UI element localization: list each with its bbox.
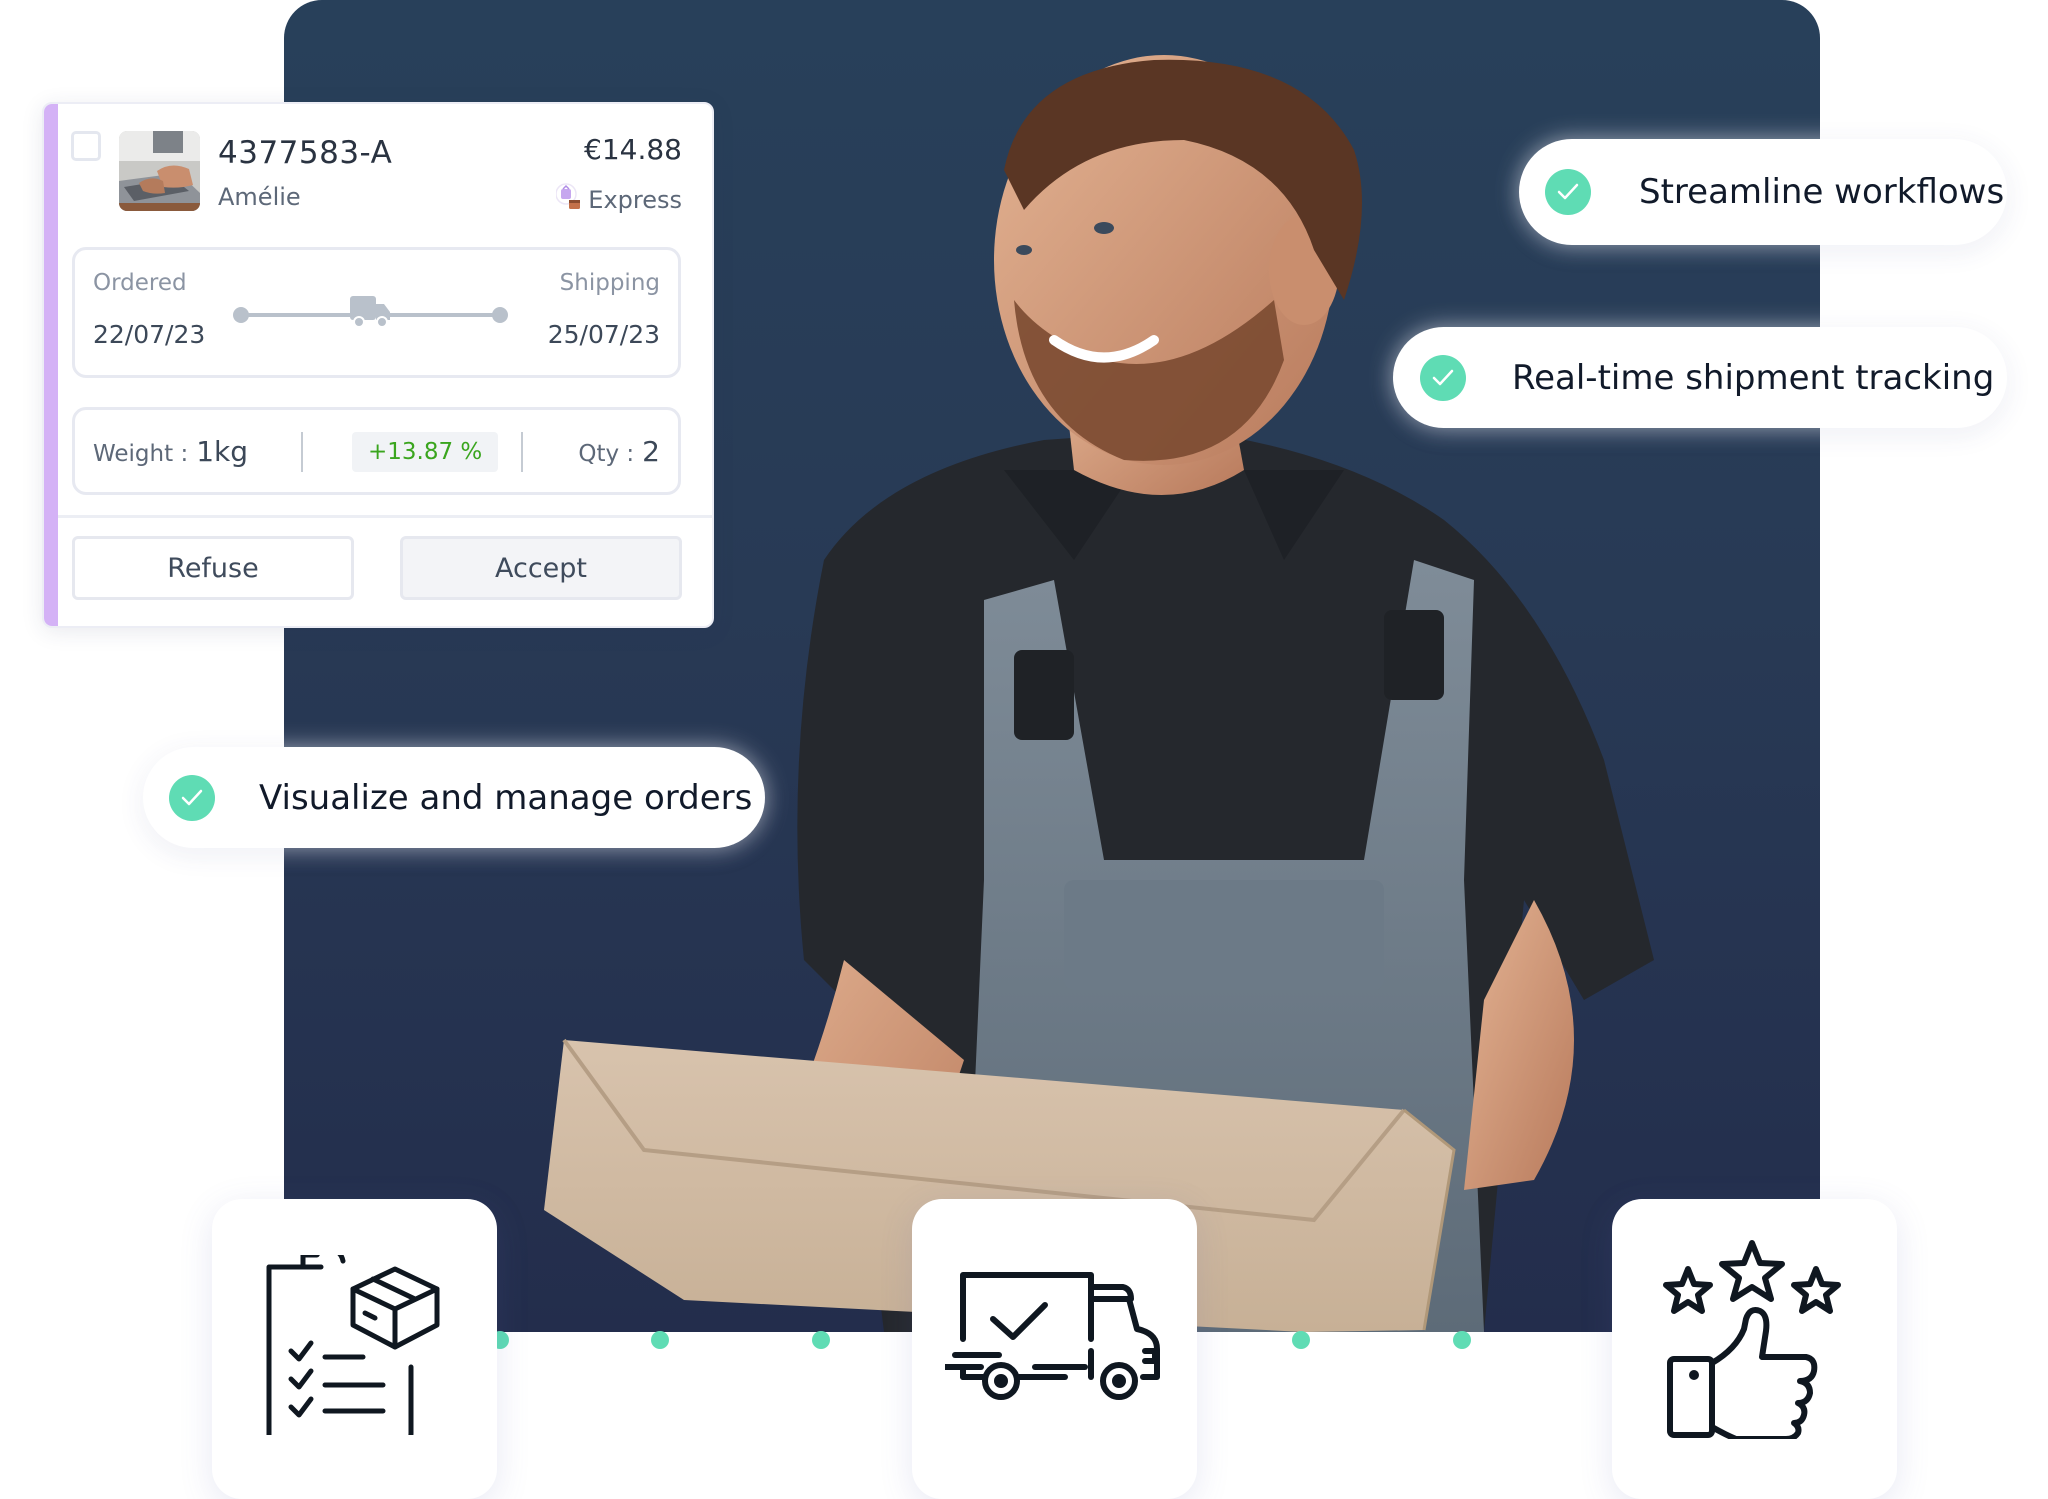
weight-label: Weight : <box>93 441 189 467</box>
delivery-truck-check-icon <box>944 1272 1160 1400</box>
tile-delivery-tracking <box>912 1199 1197 1499</box>
feature-label: Real-time shipment tracking <box>1512 357 1995 398</box>
buckle-right <box>1384 610 1444 700</box>
shipping-method: Express <box>555 183 682 217</box>
order-price: €14.88 <box>584 133 682 166</box>
change-badge: +13.87 % <box>352 432 499 472</box>
tile-customer-satisfaction <box>1612 1199 1897 1499</box>
shipping-label: Shipping <box>559 270 660 296</box>
stat-divider <box>301 432 303 472</box>
order-timeline: Ordered 22/07/23 Shipping 25/07/23 <box>72 247 681 378</box>
check-circle-icon <box>169 774 215 821</box>
feature-pill-real-time-tracking: Real-time shipment tracking <box>1393 327 2007 428</box>
order-select-checkbox[interactable] <box>71 131 101 161</box>
card-divider <box>58 515 712 518</box>
feature-label: Streamline workflows <box>1639 172 2005 212</box>
order-card-accent-stripe <box>44 104 58 626</box>
truck-icon <box>350 294 392 334</box>
timeline-end-node <box>492 307 508 323</box>
shipping-date: 25/07/23 <box>547 320 660 349</box>
order-id: 4377583-A <box>218 135 393 171</box>
stat-divider <box>521 432 523 472</box>
clipboard-checklist-package-icon <box>266 1255 439 1435</box>
thumbs-up-stars-rating-icon <box>1662 1240 1841 1439</box>
accept-button[interactable]: Accept <box>400 536 682 600</box>
order-card: 4377583-A Amélie €14.88 Express Ordered … <box>42 102 714 628</box>
qty-stat: Qty : 2 <box>578 435 660 468</box>
order-stats: Weight : 1kg +13.87 % Qty : 2 <box>72 407 681 495</box>
check-circle-icon <box>1545 169 1591 215</box>
feature-pill-streamline-workflows: Streamline workflows <box>1519 139 2007 245</box>
refuse-button[interactable]: Refuse <box>72 536 354 600</box>
qty-value: 2 <box>642 435 660 468</box>
buckle-left <box>1014 650 1074 740</box>
feature-pill-visualize-orders: Visualize and manage orders <box>143 747 765 848</box>
timeline-start-node <box>233 307 249 323</box>
order-thumbnail <box>119 131 200 211</box>
express-package-icon <box>555 183 582 217</box>
ordered-date: 22/07/23 <box>93 320 206 349</box>
ordered-label: Ordered <box>93 270 187 296</box>
timeline-dot <box>812 1331 830 1349</box>
eye-right <box>1016 245 1032 255</box>
weight-value: 1kg <box>196 435 249 468</box>
tile-order-management <box>212 1199 497 1499</box>
weight-stat: Weight : 1kg <box>93 435 248 468</box>
overalls-pocket <box>1064 880 1384 990</box>
timeline-dot <box>1453 1331 1471 1349</box>
timeline-dot <box>1292 1331 1310 1349</box>
shipping-method-label: Express <box>588 186 682 214</box>
eye-left <box>1094 222 1114 234</box>
timeline-dot <box>651 1331 669 1349</box>
qty-label: Qty : <box>578 441 635 467</box>
feature-label: Visualize and manage orders <box>259 777 753 818</box>
customer-name: Amélie <box>218 183 301 211</box>
check-circle-icon <box>1420 354 1466 401</box>
